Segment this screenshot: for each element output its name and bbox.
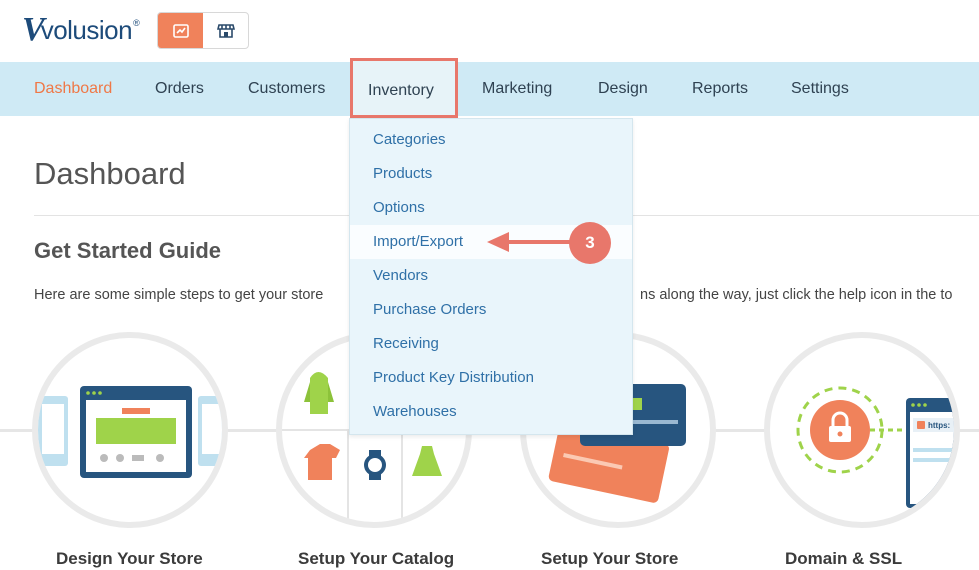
logo-text: volusion — [40, 14, 133, 45]
annotation-step-badge: 3 — [569, 222, 611, 264]
registered-mark: ® — [133, 18, 140, 28]
ssl-illustration: https: — [796, 386, 954, 508]
step-domain-ssl[interactable]: https: — [764, 332, 960, 528]
https-badge-text: https: — [928, 421, 950, 430]
menu-item-product-key-distribution[interactable]: Product Key Distribution — [350, 361, 632, 395]
section-title: Get Started Guide — [34, 238, 222, 263]
step-label-setup-store: Setup Your Store — [541, 549, 679, 568]
nav-reports[interactable]: Reports — [692, 62, 748, 116]
nav-orders[interactable]: Orders — [155, 62, 204, 116]
menu-item-categories[interactable]: Categories — [350, 123, 632, 157]
nav-settings[interactable]: Settings — [791, 62, 849, 116]
step-design-store[interactable] — [32, 332, 228, 528]
step-label-domain-ssl: Domain & SSL — [785, 549, 903, 568]
step-label-design-store: Design Your Store — [56, 549, 203, 568]
volusion-logo[interactable]: V volusion ® — [22, 10, 140, 50]
menu-item-receiving[interactable]: Receiving — [350, 327, 632, 361]
mode-switch — [157, 12, 249, 49]
menu-item-purchase-orders[interactable]: Purchase Orders — [350, 293, 632, 327]
logo-mark: V — [22, 11, 45, 48]
step-label-setup-catalog: Setup Your Catalog — [298, 549, 455, 568]
page-title: Dashboard — [34, 156, 186, 191]
inventory-dropdown: Categories Products Options Import/Expor… — [349, 118, 633, 435]
storefront-design-illustration — [38, 386, 222, 478]
storefront-mode-button[interactable] — [203, 13, 248, 48]
intro-text-right: ns along the way, just click the help ic… — [640, 287, 953, 303]
nav-marketing[interactable]: Marketing — [482, 62, 552, 116]
analytics-icon — [172, 23, 189, 38]
nav-design[interactable]: Design — [598, 62, 648, 116]
intro-text-left: Here are some simple steps to get your s… — [34, 287, 324, 303]
nav-customers[interactable]: Customers — [248, 62, 325, 116]
main-nav: Dashboard Orders Customers Inventory Mar… — [0, 58, 979, 118]
menu-item-vendors[interactable]: Vendors — [350, 259, 632, 293]
top-bar: V volusion ® — [0, 0, 979, 62]
menu-item-products[interactable]: Products — [350, 157, 632, 191]
menu-item-warehouses[interactable]: Warehouses — [350, 395, 632, 429]
menu-item-options[interactable]: Options — [350, 191, 632, 225]
admin-mode-button[interactable] — [158, 13, 203, 48]
nav-inventory[interactable]: Inventory — [350, 58, 458, 118]
storefront-icon — [216, 23, 235, 38]
nav-dashboard[interactable]: Dashboard — [34, 62, 112, 116]
